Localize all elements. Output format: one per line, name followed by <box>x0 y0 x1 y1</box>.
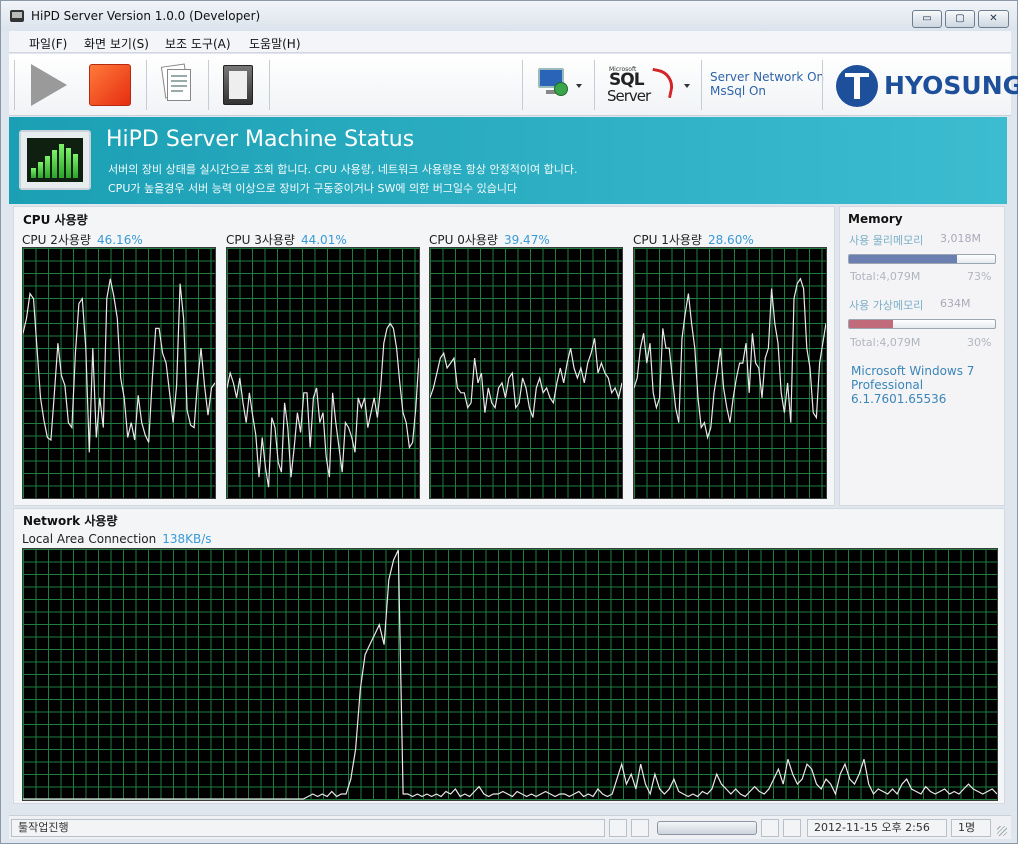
hyosung-logo: HYOSUNG <box>836 63 1018 109</box>
sql-server-icon[interactable]: Microsoft SQL Server <box>604 66 694 106</box>
play-icon[interactable] <box>31 64 67 106</box>
app-window: HiPD Server Version 1.0.0 (Developer) ▭ … <box>0 0 1018 844</box>
sql-swoosh-icon <box>647 67 677 99</box>
cpu-graph-label: CPU 2사용량 46.16% <box>22 233 143 247</box>
sql-dropdown-arrow-icon[interactable] <box>684 84 690 88</box>
graph-series-line <box>430 338 622 418</box>
toolbar-separator <box>269 60 270 110</box>
network-graph-label: Local Area Connection 138KB/s <box>22 532 212 546</box>
title-bar[interactable]: HiPD Server Version 1.0.0 (Developer) ▭ … <box>1 1 1017 31</box>
window-title: HiPD Server Version 1.0.0 (Developer) <box>31 9 261 23</box>
virtual-memory-percent: 30% <box>967 336 992 349</box>
toolbar-separator <box>594 60 595 110</box>
toolbar: Microsoft SQL Server Server Network On M… <box>9 54 1018 116</box>
graph-series-line <box>227 322 419 488</box>
network-panel: Network 사용량 Local Area Connection 138KB/s <box>13 508 1005 804</box>
report-icon[interactable] <box>159 63 195 107</box>
cpu-section-title: CPU 사용량 <box>23 213 88 227</box>
menu-bar: 파일(F) 화면 보기(S) 보조 도구(A) 도움말(H) <box>9 31 1011 53</box>
cpu-panel: CPU 사용량 CPU 2사용량 46.16% CPU 3사용량 44.01% CP… <box>13 206 835 506</box>
toolbar-separator <box>522 60 523 110</box>
status-users: 1명 <box>951 819 991 837</box>
status-cell <box>609 819 627 837</box>
status-progress-bar <box>657 821 757 835</box>
logo-text: HYOSUNG <box>884 71 1018 100</box>
physical-memory-percent: 73% <box>967 270 992 283</box>
physical-memory-value: 3,018M <box>940 232 981 245</box>
graph-series-line <box>23 278 215 453</box>
cpu-graph <box>22 247 216 499</box>
virtual-memory-value: 634M <box>940 297 971 310</box>
status-cell <box>761 819 779 837</box>
connection-status: Server Network On MsSql On <box>710 70 824 98</box>
toolbar-separator <box>822 60 823 110</box>
banner-description-2: CPU가 높을경우 서버 능력 이상으로 장비가 구동중이거나 SW에 의한 버… <box>108 182 518 195</box>
close-button[interactable]: ✕ <box>978 10 1009 28</box>
toolbar-separator <box>14 60 15 110</box>
cpu-graph-label: CPU 0사용량 39.47% <box>429 233 550 247</box>
sql-status-text: MsSql On <box>710 84 767 98</box>
physical-memory-total: Total:4,079M <box>850 270 921 283</box>
app-icon[interactable] <box>10 10 24 22</box>
cpu-graph-label: CPU 3사용량 44.01% <box>226 233 347 247</box>
network-status-text: Server Network On <box>710 70 825 84</box>
os-name: Microsoft Windows 7 <box>851 364 975 378</box>
network-graph <box>22 548 998 801</box>
physical-memory-bar <box>848 254 996 264</box>
cpu-graph-label: CPU 1사용량 28.60% <box>633 233 754 247</box>
banner-description-1: 서버의 장비 상태를 실시간으로 조회 합니다. CPU 사용량, 네트워크 사… <box>108 163 578 176</box>
virtual-memory-total: Total:4,079M <box>850 336 921 349</box>
menu-help[interactable]: 도움말(H) <box>249 35 301 52</box>
graph-series-line <box>23 549 997 800</box>
cpu-graph <box>429 247 623 499</box>
status-message: 툴작업진행 <box>11 819 605 837</box>
physical-memory-fill <box>849 255 958 263</box>
cpu-graph <box>633 247 827 499</box>
network-dropdown-arrow-icon[interactable] <box>576 84 582 88</box>
menu-view[interactable]: 화면 보기(S) <box>84 35 149 52</box>
network-icon[interactable] <box>536 66 576 102</box>
status-bar: 툴작업진행 2012-11-15 오후 2:56 1명 <box>9 815 1011 839</box>
virtual-memory-fill <box>849 320 893 328</box>
status-datetime: 2012-11-15 오후 2:56 <box>807 819 947 837</box>
memory-section-title: Memory <box>848 212 903 226</box>
maximize-button[interactable]: ▢ <box>945 10 975 28</box>
hyosung-logo-icon <box>836 65 878 107</box>
toolbar-separator <box>701 60 702 110</box>
toolbar-separator <box>146 60 147 110</box>
physical-memory-label: 사용 물리메모리 <box>849 234 924 247</box>
equalizer-icon <box>19 130 91 190</box>
os-version: 6.1.7601.65536 <box>851 392 947 406</box>
banner-title: HiPD Server Machine Status <box>106 127 415 152</box>
minimize-button[interactable]: ▭ <box>912 10 942 28</box>
graph-series-line <box>634 277 826 440</box>
virtual-memory-bar <box>848 319 996 329</box>
os-info: Microsoft Windows 7 Professional 6.1.760… <box>851 364 974 406</box>
status-cell <box>783 819 801 837</box>
toolbar-separator <box>208 60 209 110</box>
status-cell <box>631 819 649 837</box>
stop-icon[interactable] <box>89 64 131 106</box>
file-icon[interactable] <box>223 65 253 105</box>
menu-file[interactable]: 파일(F) <box>29 35 67 52</box>
resize-grip-icon[interactable] <box>997 826 1007 836</box>
sql-logo-server: Server <box>607 87 651 105</box>
cpu-graph <box>226 247 420 499</box>
os-edition: Professional <box>851 378 924 392</box>
status-banner: HiPD Server Machine Status 서버의 장비 상태를 실시… <box>9 117 1007 204</box>
memory-panel: Memory 사용 물리메모리 3,018M Total:4,079M 73% … <box>839 206 1005 506</box>
menu-tools[interactable]: 보조 도구(A) <box>165 35 231 52</box>
network-section-title: Network 사용량 <box>23 514 118 528</box>
virtual-memory-label: 사용 가상메모리 <box>849 299 924 312</box>
